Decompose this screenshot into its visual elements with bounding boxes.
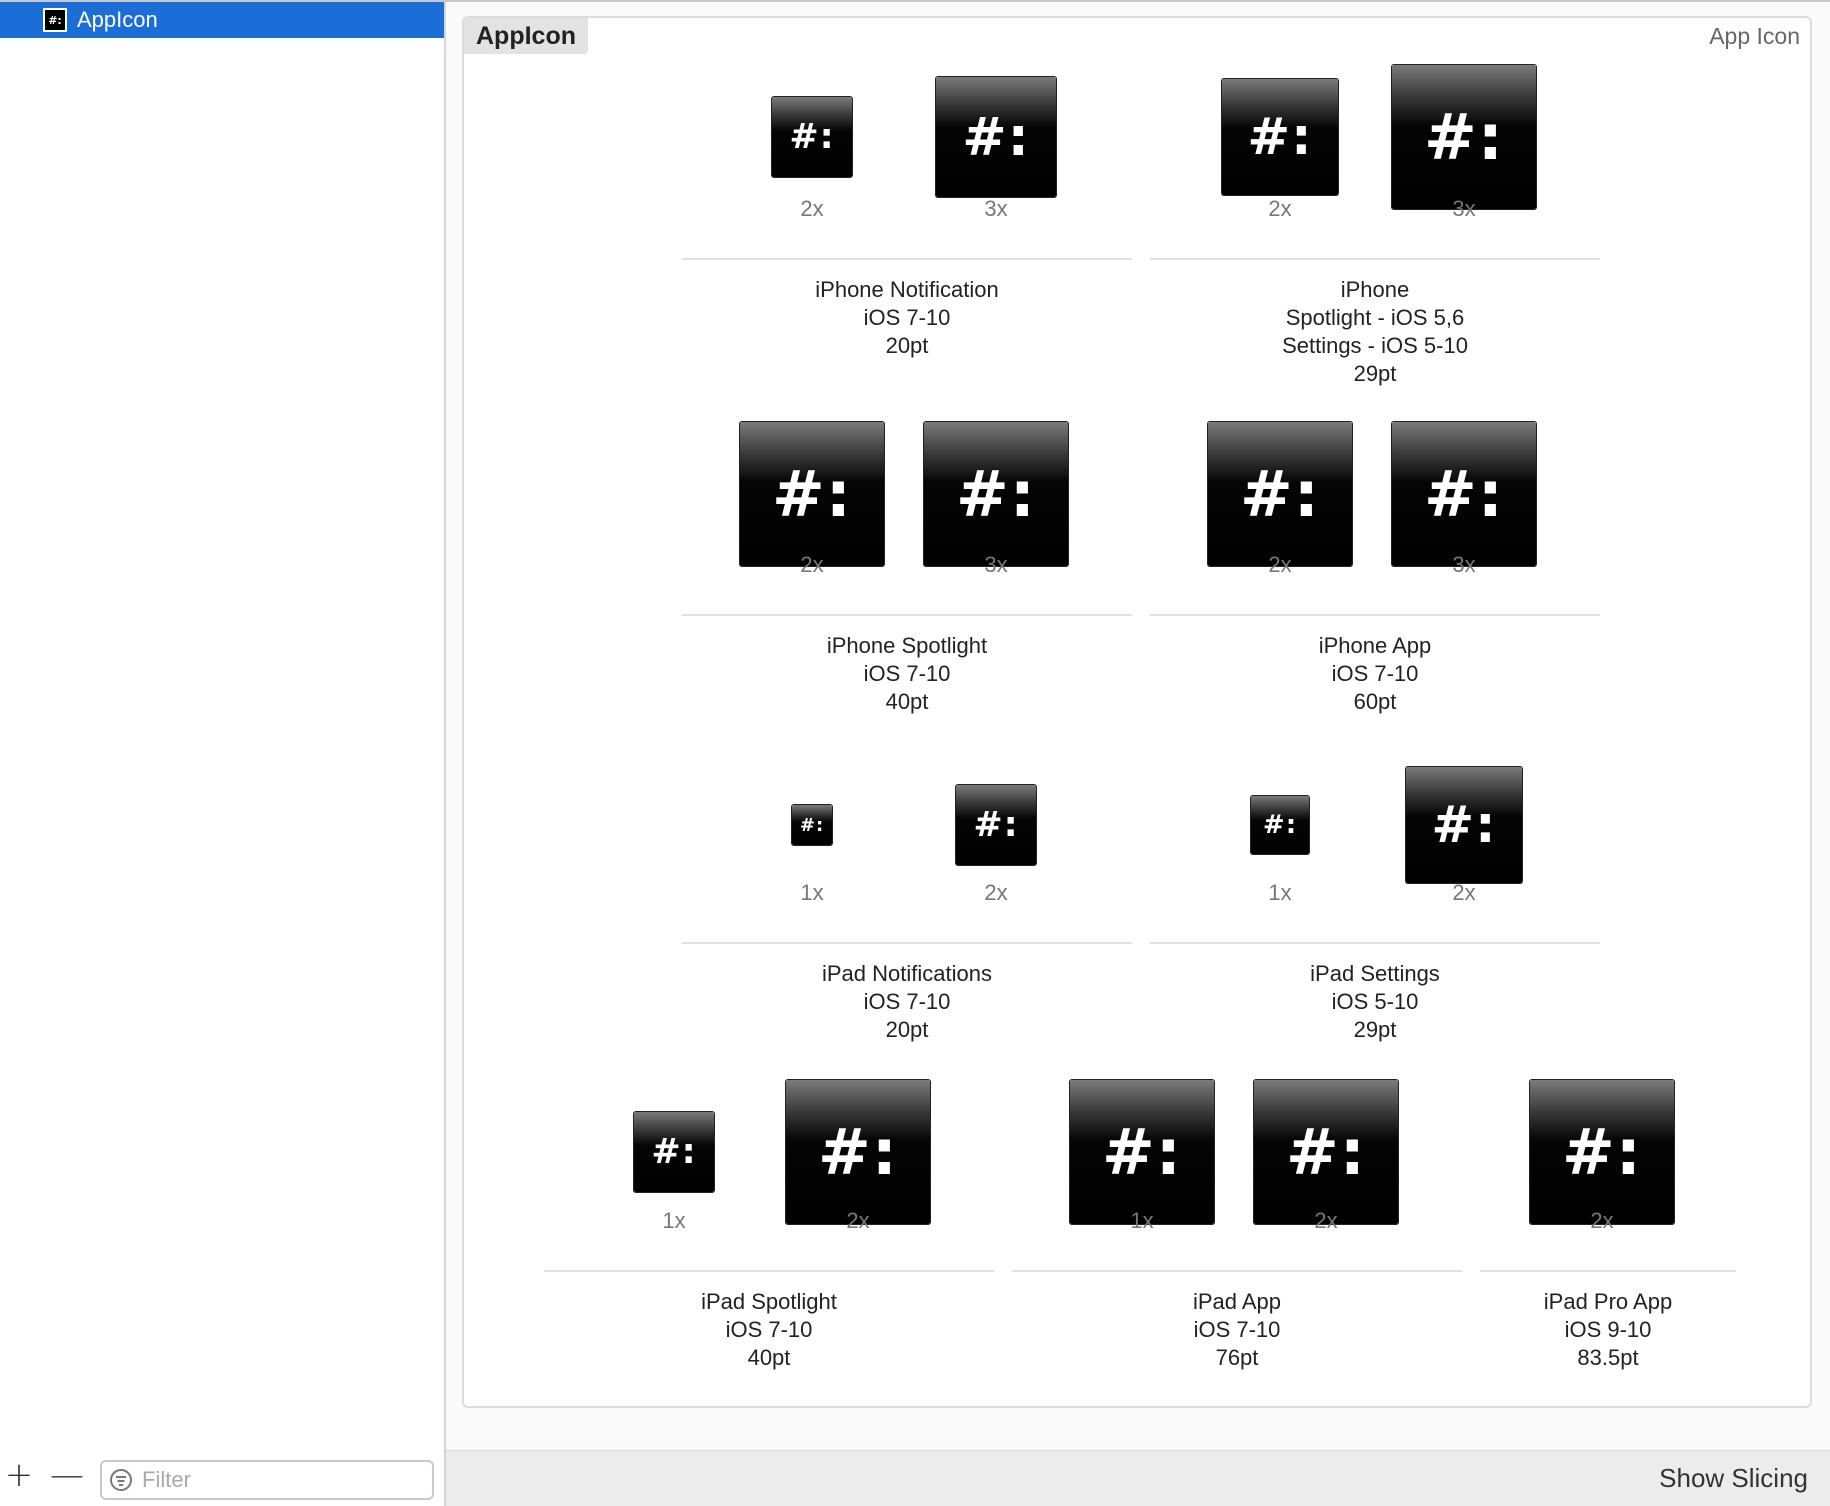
caption-line: iOS 7-10 bbox=[1331, 661, 1419, 686]
caption-line: iPad Notifications bbox=[822, 961, 992, 986]
group-divider bbox=[1480, 1270, 1736, 1272]
app-icon-image-well[interactable]: #: bbox=[740, 422, 884, 566]
scale-label: 3x bbox=[1452, 552, 1476, 577]
app-icon-image-well[interactable]: #: bbox=[956, 785, 1036, 865]
caption-line: iOS 5-10 bbox=[1331, 989, 1419, 1014]
icon-group-caption: iPad Settings iOS 5-10 29pt bbox=[1155, 960, 1595, 1044]
add-asset-button[interactable]: + bbox=[2, 1458, 36, 1492]
scale-label: 2x bbox=[1314, 1208, 1338, 1233]
scale-label: 2x bbox=[1268, 552, 1292, 577]
sidebar-item-appicon[interactable]: #: AppIcon bbox=[0, 2, 444, 38]
app-icon-image-well[interactable]: #: bbox=[1406, 767, 1522, 883]
app-icon-image-well[interactable]: #: bbox=[1530, 1080, 1674, 1224]
group-divider bbox=[682, 942, 1132, 944]
asset-editor: AppIcon App Icon #: 2x #: 3x iPhone Notifica… bbox=[446, 0, 1830, 1506]
app-icon-thumbnail-icon: #: bbox=[43, 8, 67, 32]
app-icon-image-well[interactable]: #: bbox=[1070, 1080, 1214, 1224]
caption-line: 29pt bbox=[1353, 1017, 1397, 1042]
caption-line: iOS 7-10 bbox=[725, 1317, 813, 1342]
scale-label: 1x bbox=[1268, 880, 1292, 905]
scale-label: 3x bbox=[984, 552, 1008, 577]
caption-line: iPhone Notification bbox=[815, 277, 999, 302]
sidebar-footer: + — bbox=[0, 1450, 444, 1506]
group-divider bbox=[1012, 1270, 1462, 1272]
scale-label: 3x bbox=[1452, 196, 1476, 221]
caption-line: iOS 7-10 bbox=[863, 305, 951, 330]
panel-kind-label: App Icon bbox=[1709, 23, 1800, 49]
app-icon-image-well[interactable]: #: bbox=[772, 97, 852, 177]
icon-group-caption: iPhone App iOS 7-10 60pt bbox=[1155, 632, 1595, 716]
group-divider bbox=[682, 258, 1132, 260]
app-icon-image-well[interactable]: #: bbox=[786, 1080, 930, 1224]
icon-group-caption: iPad Notifications iOS 7-10 20pt bbox=[687, 960, 1127, 1044]
caption-line: iPad Settings bbox=[1310, 961, 1440, 986]
filter-input[interactable] bbox=[140, 1466, 404, 1494]
asset-sidebar: #: AppIcon + — bbox=[0, 0, 446, 1506]
remove-asset-button[interactable]: — bbox=[50, 1458, 84, 1492]
scale-label: 2x bbox=[800, 196, 824, 221]
app-icon-image-well[interactable]: #: bbox=[1392, 65, 1536, 209]
icon-group-caption: iPad Pro App iOS 9-10 83.5pt bbox=[1388, 1288, 1828, 1372]
icon-group-caption: iPhone Spotlight iOS 7-10 40pt bbox=[687, 632, 1127, 716]
caption-line: iPhone Spotlight bbox=[826, 633, 988, 658]
caption-line: iOS 9-10 bbox=[1564, 1317, 1652, 1342]
app-icon-image-well[interactable]: #: bbox=[792, 805, 832, 845]
appicon-set-panel: AppIcon App Icon #: 2x #: 3x iPhone Notifica… bbox=[462, 16, 1812, 1408]
group-divider bbox=[682, 614, 1132, 616]
scale-label: 2x bbox=[984, 880, 1008, 905]
scale-label: 2x bbox=[1452, 880, 1476, 905]
caption-line: iOS 7-10 bbox=[863, 661, 951, 686]
caption-line: iOS 7-10 bbox=[863, 989, 951, 1014]
editor-bottom-bar: Show Slicing bbox=[446, 1450, 1830, 1506]
group-divider bbox=[1150, 614, 1600, 616]
scale-label: 1x bbox=[662, 1208, 686, 1233]
app-icon-image-well[interactable]: #: bbox=[1208, 422, 1352, 566]
scale-label: 1x bbox=[800, 880, 824, 905]
group-divider bbox=[1150, 942, 1600, 944]
caption-line: 29pt bbox=[1353, 361, 1397, 386]
caption-line: 40pt bbox=[747, 1345, 791, 1370]
group-divider bbox=[1150, 258, 1600, 260]
app-icon-image-well[interactable]: #: bbox=[1392, 422, 1536, 566]
caption-line: iPad Spotlight bbox=[701, 1289, 837, 1314]
editor-top-border bbox=[446, 0, 1830, 2]
scale-label: 2x bbox=[1590, 1208, 1614, 1233]
show-slicing-button[interactable]: Show Slicing bbox=[1659, 1463, 1808, 1494]
app-icon-image-well[interactable]: #: bbox=[936, 77, 1056, 197]
scale-label: 2x bbox=[1268, 196, 1292, 221]
caption-line: 20pt bbox=[885, 333, 929, 358]
scale-label: 3x bbox=[984, 196, 1008, 221]
filter-icon bbox=[110, 1469, 132, 1491]
scale-label: 2x bbox=[846, 1208, 870, 1233]
scale-label: 1x bbox=[1130, 1208, 1154, 1233]
caption-line: Settings - iOS 5-10 bbox=[1282, 333, 1468, 358]
app-icon-image-well[interactable]: #: bbox=[1254, 1080, 1398, 1224]
app-icon-image-well[interactable]: #: bbox=[1222, 79, 1338, 195]
filter-field[interactable] bbox=[100, 1460, 434, 1500]
panel-title: AppIcon bbox=[464, 18, 588, 54]
scale-label: 2x bbox=[800, 552, 824, 577]
caption-line: 83.5pt bbox=[1577, 1345, 1639, 1370]
app-icon-image-well[interactable]: #: bbox=[924, 422, 1068, 566]
app-icon-image-well[interactable]: #: bbox=[1251, 796, 1309, 854]
caption-line: 60pt bbox=[1353, 689, 1397, 714]
caption-line: 20pt bbox=[885, 1017, 929, 1042]
icon-group-caption: iPhone Notification iOS 7-10 20pt bbox=[687, 276, 1127, 360]
sidebar-item-label: AppIcon bbox=[77, 7, 158, 32]
caption-line: iPhone App bbox=[1318, 633, 1432, 658]
group-divider bbox=[544, 1270, 994, 1272]
caption-line: 40pt bbox=[885, 689, 929, 714]
caption-line: iPad Pro App bbox=[1543, 1289, 1673, 1314]
icon-group-caption: iPad Spotlight iOS 7-10 40pt bbox=[549, 1288, 989, 1372]
caption-line: iPhone bbox=[1340, 277, 1410, 302]
app-icon-image-well[interactable]: #: bbox=[634, 1112, 714, 1192]
icon-group-caption: iPhone Spotlight - iOS 5,6 Settings - iOS … bbox=[1155, 276, 1595, 388]
caption-line: Spotlight - iOS 5,6 bbox=[1285, 305, 1465, 330]
